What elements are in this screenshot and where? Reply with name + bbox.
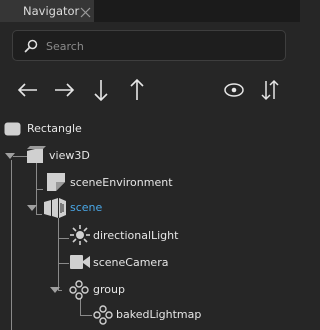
- view3d-icon: [27, 146, 46, 168]
- arrow-down-icon[interactable]: [88, 76, 114, 104]
- search-input[interactable]: [44, 36, 278, 57]
- tree-item-rectangle[interactable]: Rectangle: [0, 116, 300, 142]
- search-box[interactable]: [12, 30, 286, 61]
- tree-item-sceneenvironment[interactable]: sceneEnvironment: [0, 170, 300, 196]
- tree-item-scenecamera[interactable]: sceneCamera: [0, 250, 300, 276]
- tree-item-view3d[interactable]: view3D: [0, 143, 300, 169]
- tree-item-bakedlightmap[interactable]: bakedLightmap: [0, 302, 300, 328]
- tab-navigator[interactable]: Navigator: [0, 0, 94, 22]
- search-icon: [23, 38, 39, 54]
- tab-label: Navigator: [23, 4, 80, 18]
- group-icon: [69, 280, 89, 304]
- arrow-up-icon[interactable]: [124, 76, 150, 104]
- sort-icon[interactable]: [257, 76, 283, 104]
- group-icon: [93, 305, 113, 329]
- tree-item-label: group: [93, 283, 125, 296]
- light-icon: [70, 225, 90, 249]
- tree-item-label: view3D: [49, 149, 90, 162]
- chevron-down-icon[interactable]: [27, 205, 37, 211]
- camera-icon: [70, 253, 90, 275]
- tree-item-label: scene: [70, 201, 103, 214]
- tree-item-directionallight[interactable]: directionalLight: [0, 223, 300, 249]
- tree-item-label: Rectangle: [27, 122, 82, 135]
- scene-icon: [44, 198, 66, 222]
- tree-item-label: sceneEnvironment: [70, 176, 173, 189]
- tree-item-label: sceneCamera: [93, 256, 169, 269]
- tree-item-group[interactable]: group: [0, 277, 300, 303]
- tree-line: [13, 156, 27, 157]
- tree-item-scene[interactable]: scene: [0, 195, 300, 221]
- arrow-left-icon[interactable]: [15, 76, 41, 104]
- close-icon[interactable]: [79, 4, 92, 18]
- rectangle-icon: [4, 121, 21, 140]
- chevron-down-icon[interactable]: [50, 287, 60, 293]
- scene-environment-icon: [47, 173, 65, 195]
- tab-bar: Navigator: [0, 0, 300, 22]
- eye-icon[interactable]: [221, 76, 247, 104]
- arrow-right-icon[interactable]: [51, 76, 77, 104]
- tree-item-label: bakedLightmap: [116, 308, 202, 321]
- tree-item-label: directionalLight: [93, 229, 179, 242]
